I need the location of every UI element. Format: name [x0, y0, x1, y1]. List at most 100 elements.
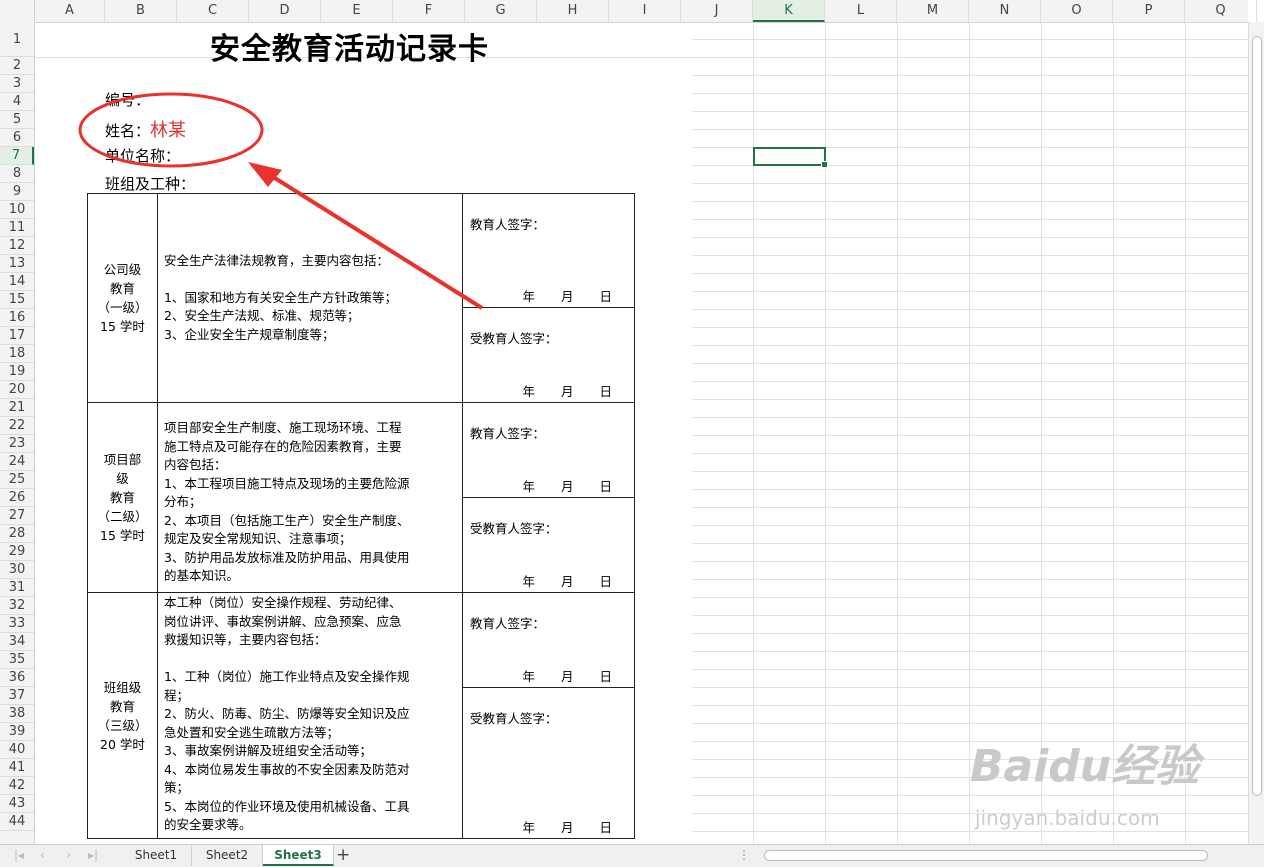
row-header-15[interactable]: 15 — [0, 291, 34, 309]
column-header-M[interactable]: M — [897, 0, 969, 22]
row-header-39[interactable]: 39 — [0, 723, 34, 741]
row-header-26[interactable]: 26 — [0, 489, 34, 507]
vertical-scroll-thumb[interactable] — [1252, 36, 1262, 796]
row-header-13[interactable]: 13 — [0, 255, 34, 273]
column-header-Q[interactable]: Q — [1185, 0, 1257, 22]
horizontal-scrollbar[interactable] — [764, 850, 1208, 861]
column-header-H[interactable]: H — [537, 0, 609, 22]
tab-sheet2[interactable]: Sheet2 — [192, 845, 263, 866]
content-line: 3、防护用品发放标准及防护用品、用具使用 — [164, 549, 410, 565]
trainee-signature-label: 受教育人签字： — [470, 521, 558, 536]
level-1-educator-cell[interactable]: 教育人签字： 年 月 日 — [462, 193, 635, 308]
row-header-32[interactable]: 32 — [0, 597, 34, 615]
column-header-G[interactable]: G — [465, 0, 537, 22]
level-3-trainee-cell[interactable]: 受教育人签字： 年 月 日 — [462, 687, 635, 839]
content-line: 岗位讲评、事故案例讲解、应急预案、应急 — [164, 613, 402, 629]
name-row: 姓名：林某 — [105, 116, 186, 142]
row-header-18[interactable]: 18 — [0, 345, 34, 363]
row-header-6[interactable]: 6 — [0, 129, 34, 147]
row-header-5[interactable]: 5 — [0, 111, 34, 129]
row-header-28[interactable]: 28 — [0, 525, 34, 543]
row-header-29[interactable]: 29 — [0, 543, 34, 561]
active-cell-K7[interactable] — [753, 147, 828, 168]
team-label: 班组及工种： — [105, 175, 196, 193]
select-all-corner[interactable] — [0, 0, 35, 22]
row-header-23[interactable]: 23 — [0, 435, 34, 453]
level-2-trainee-cell[interactable]: 受教育人签字： 年 月 日 — [462, 497, 635, 593]
row-header-16[interactable]: 16 — [0, 309, 34, 327]
row-header-44[interactable]: 44 — [0, 813, 34, 831]
row-header-33[interactable]: 33 — [0, 615, 34, 633]
level-1-content: 安全生产法律法规教育，主要内容包括： 1、国家和地方有关安全生产方针政策等； 2、… — [157, 193, 463, 403]
level-label-line: 教育 — [109, 698, 135, 714]
next-sheet-icon[interactable]: › — [66, 848, 71, 862]
educator-signature-label: 教育人签字： — [470, 426, 546, 441]
row-header-34[interactable]: 34 — [0, 633, 34, 651]
tab-sheet1[interactable]: Sheet1 — [121, 845, 192, 866]
row-header-17[interactable]: 17 — [0, 327, 34, 345]
row-header-2[interactable]: 2 — [0, 57, 34, 75]
row-header-8[interactable]: 8 — [0, 165, 34, 183]
level-3-educator-cell[interactable]: 教育人签字： 年 月 日 — [462, 592, 635, 688]
row-header-41[interactable]: 41 — [0, 759, 34, 777]
level-label-line: （一级） — [97, 300, 148, 315]
row-header-22[interactable]: 22 — [0, 417, 34, 435]
row-header-36[interactable]: 36 — [0, 669, 34, 687]
row-header-12[interactable]: 12 — [0, 237, 34, 255]
row-header-40[interactable]: 40 — [0, 741, 34, 759]
date-label: 年 月 日 — [522, 479, 612, 494]
row-header-35[interactable]: 35 — [0, 651, 34, 669]
column-header-O[interactable]: O — [1041, 0, 1113, 22]
row-header-25[interactable]: 25 — [0, 471, 34, 489]
column-header-C[interactable]: C — [177, 0, 249, 22]
add-sheet-icon[interactable]: + — [336, 845, 350, 865]
split-handle-icon[interactable]: ⋮ — [738, 848, 750, 862]
row-header-20[interactable]: 20 — [0, 381, 34, 399]
row-header-3[interactable]: 3 — [0, 75, 34, 93]
row-header-37[interactable]: 37 — [0, 687, 34, 705]
row-header-42[interactable]: 42 — [0, 777, 34, 795]
row-header-1[interactable]: 1 — [0, 22, 34, 57]
column-header-E[interactable]: E — [321, 0, 393, 22]
column-header-A[interactable]: A — [35, 0, 105, 22]
vertical-scrollbar[interactable] — [1248, 22, 1264, 844]
row-header-4[interactable]: 4 — [0, 93, 34, 111]
level-2-label: 项目部级教育 （二级） 15 学时 — [88, 450, 157, 545]
column-header-I[interactable]: I — [609, 0, 681, 22]
row-header-38[interactable]: 38 — [0, 705, 34, 723]
column-header-F[interactable]: F — [393, 0, 465, 22]
column-header-B[interactable]: B — [105, 0, 177, 22]
row-header-31[interactable]: 31 — [0, 579, 34, 597]
row-header-43[interactable]: 43 — [0, 795, 34, 813]
row-header-10[interactable]: 10 — [0, 201, 34, 219]
row-header-19[interactable]: 19 — [0, 363, 34, 381]
column-header-K[interactable]: K — [753, 0, 825, 22]
row-header-11[interactable]: 11 — [0, 219, 34, 237]
trainee-signature-label: 受教育人签字： — [470, 331, 558, 346]
column-header-P[interactable]: P — [1113, 0, 1185, 22]
name-value: 林某 — [150, 120, 187, 141]
level-2-educator-cell[interactable]: 教育人签字： 年 月 日 — [462, 402, 635, 498]
level-label-line: 公司级 — [103, 262, 142, 277]
first-sheet-icon[interactable]: |◂ — [14, 848, 24, 862]
content-line — [164, 650, 456, 669]
column-header-J[interactable]: J — [681, 0, 753, 22]
row-header-27[interactable]: 27 — [0, 507, 34, 525]
row-header-30[interactable]: 30 — [0, 561, 34, 579]
tab-sheet3[interactable]: Sheet3 — [263, 845, 334, 866]
row-header-24[interactable]: 24 — [0, 453, 34, 471]
column-header-D[interactable]: D — [249, 0, 321, 22]
last-sheet-icon[interactable]: ▸| — [88, 848, 98, 862]
content-line: 救援知识等，主要内容包括： — [164, 632, 327, 647]
date-label: 年 月 日 — [522, 820, 612, 835]
row-header-14[interactable]: 14 — [0, 273, 34, 291]
level-1-label: 公司级 教育 （一级） 15 学时 — [88, 260, 157, 336]
prev-sheet-icon[interactable]: ‹ — [40, 848, 45, 862]
sheet-title: 安全教育活动记录卡 — [210, 32, 489, 67]
row-header-9[interactable]: 9 — [0, 183, 34, 201]
column-header-N[interactable]: N — [969, 0, 1041, 22]
level-1-trainee-cell[interactable]: 受教育人签字： 年 月 日 — [462, 307, 635, 403]
row-header-7[interactable]: 7 — [0, 147, 34, 165]
row-header-21[interactable]: 21 — [0, 399, 34, 417]
column-header-L[interactable]: L — [825, 0, 897, 22]
